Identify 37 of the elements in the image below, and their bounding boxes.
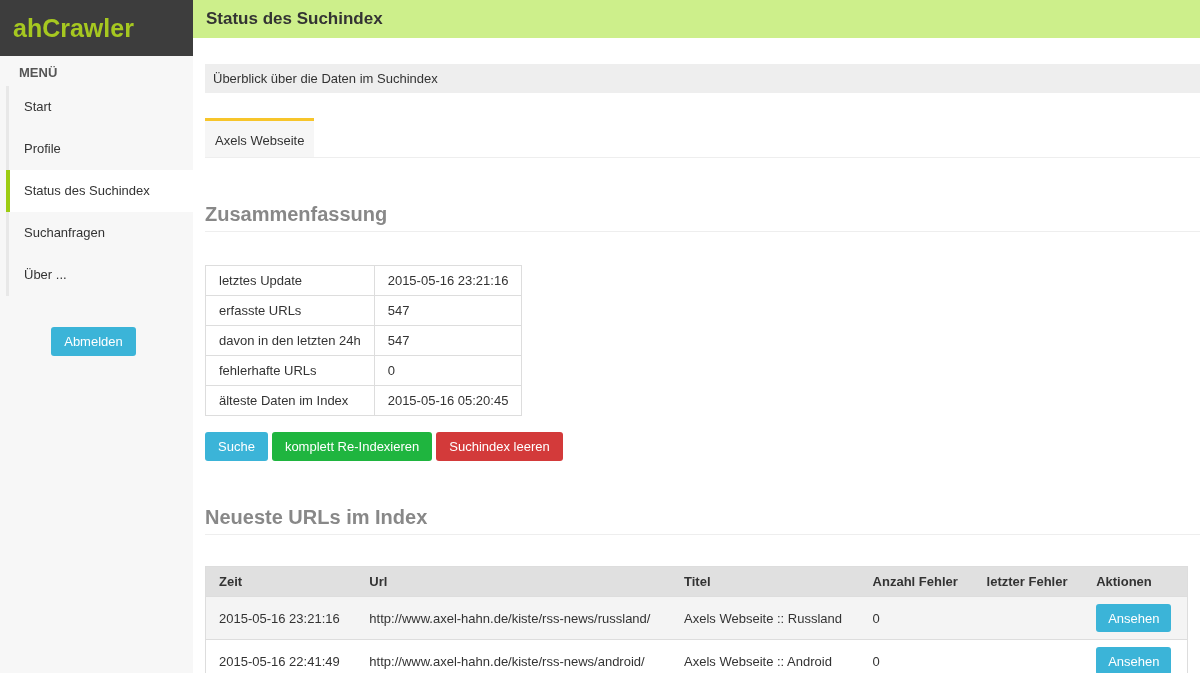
menu-item[interactable]: Profile <box>9 128 193 170</box>
column-header: Anzahl Fehler <box>859 566 974 597</box>
menu-item[interactable]: Status des Suchindex <box>6 170 193 212</box>
column-header: Url <box>356 566 672 597</box>
column-header: Aktionen <box>1083 566 1188 597</box>
table-cell: 2015-05-16 23:21:16 <box>205 596 357 640</box>
menu-item[interactable]: Suchanfragen <box>9 212 193 254</box>
column-header: Titel <box>671 566 860 597</box>
intro-bar: Überblick über die Daten im Suchindex <box>205 64 1200 93</box>
section-heading: Neueste URLs im Index <box>205 506 1200 535</box>
table-cell: fehlerhafte URLs <box>205 355 375 386</box>
table-cell: erfasste URLs <box>205 295 375 326</box>
page-title: Status des Suchindex <box>193 0 1200 38</box>
column-header: letzter Fehler <box>973 566 1084 597</box>
table-cell: 2015-05-16 05:20:45 <box>374 385 522 416</box>
table-cell: 0 <box>374 355 522 386</box>
menu-heading: MENÜ <box>18 64 59 82</box>
table-cell: davon in den letzten 24h <box>205 325 375 356</box>
table-cell: letztes Update <box>205 265 375 296</box>
app-logo: ahCrawler <box>0 0 193 56</box>
menu-item[interactable]: Über ... <box>9 254 193 296</box>
column-header: Zeit <box>205 566 357 597</box>
table-cell: 2015-05-16 23:21:16 <box>374 265 522 296</box>
menu-item[interactable]: Start <box>9 86 193 128</box>
tab[interactable]: Axels Webseite <box>205 118 315 157</box>
table-cell: 2015-05-16 22:41:49 <box>205 639 357 673</box>
table-cell: älteste Daten im Index <box>205 385 375 416</box>
clear-index-button[interactable]: Suchindex leeren <box>436 432 563 461</box>
table-cell: http://www.axel-hahn.de/kiste/rss-news/android/ <box>356 639 672 673</box>
section-heading: Zusammenfassung <box>205 203 1200 232</box>
table-cell: Axels Webseite :: Russland <box>671 596 860 640</box>
table-cell: http://www.axel-hahn.de/kiste/rss-news/russland/ <box>356 596 672 640</box>
table-cell: 0 <box>859 639 974 673</box>
table-cell: 547 <box>374 325 522 356</box>
table-cell: 547 <box>374 295 522 326</box>
table-cell: 0 <box>859 596 974 640</box>
table-cell: Axels Webseite :: Android <box>671 639 860 673</box>
